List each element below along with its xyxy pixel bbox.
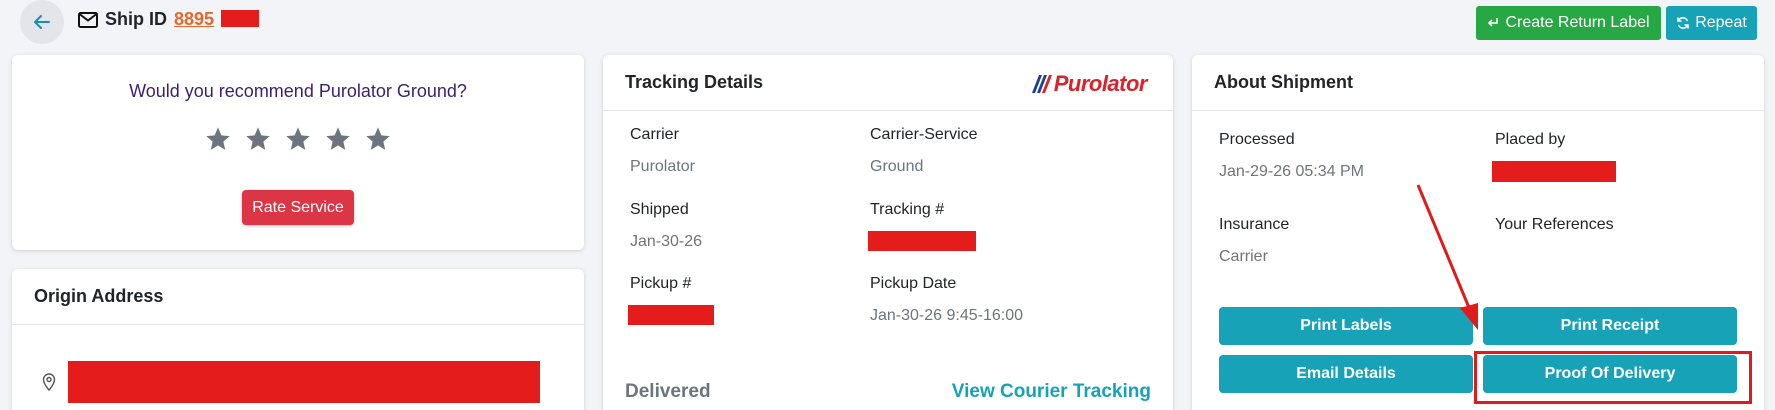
repeat-text: Repeat [1695,14,1747,31]
processed-label: Processed [1219,131,1295,148]
tracking-details-card: Tracking Details Purolator Carrier Purol… [603,55,1173,410]
processed-value: Jan-29-26 05:34 PM [1219,163,1364,180]
rate-service-button[interactable]: Rate Service [242,190,354,225]
redaction [221,10,259,27]
delivery-status: Delivered [625,381,711,402]
origin-address-row [42,361,540,403]
tracking-number-field: Tracking # [868,201,976,256]
carrier-label: Carrier [630,126,679,143]
insurance-value: Carrier [1219,248,1268,265]
carrier-service-value: Ground [870,158,924,175]
pickup-date-field: Pickup Date Jan-30-26 9:45-16:00 [870,275,1023,325]
arrow-left-icon [34,15,50,29]
insurance-label: Insurance [1219,216,1290,233]
pickup-number-label: Pickup # [630,275,692,292]
shipped-value: Jan-30-26 [630,233,703,250]
star-icon[interactable] [284,125,312,153]
ship-id-label: Ship ID [105,9,167,29]
purolator-stripes-icon [1031,75,1052,93]
ship-id-heading: Ship ID 8895 [78,9,259,30]
about-shipment-title: About Shipment [1192,55,1764,111]
return-arrow-icon [1488,18,1499,27]
carrier-value: Purolator [630,158,695,175]
envelope-icon [78,11,98,28]
redaction [628,305,714,325]
shipped-field: Shipped Jan-30-26 [630,201,702,251]
email-details-button[interactable]: Email Details [1219,355,1473,393]
redaction [68,361,540,403]
top-bar: Ship ID 8895 Create Return Label Repeat [0,0,1775,44]
annotation-highlight-box [1474,351,1752,404]
tracking-number-label: Tracking # [870,201,945,218]
create-return-label-button[interactable]: Create Return Label [1476,6,1661,40]
back-button[interactable] [20,0,64,44]
origin-address-card: Origin Address [12,269,584,410]
carrier-service-field: Carrier-Service Ground [870,126,978,176]
star-icon[interactable] [204,125,232,153]
insurance-field: Insurance Carrier [1219,216,1289,266]
carrier-field: Carrier Purolator [630,126,695,176]
star-icon[interactable] [364,125,392,153]
print-receipt-button[interactable]: Print Receipt [1483,307,1737,345]
placed-by-label: Placed by [1495,131,1566,148]
shipped-label: Shipped [630,201,689,218]
your-references-field: Your References [1495,216,1614,234]
origin-address-title: Origin Address [12,269,584,325]
rating-card: Would you recommend Purolator Ground? Ra… [12,55,584,250]
rating-question: Would you recommend Purolator Ground? [129,81,467,101]
view-courier-tracking-link[interactable]: View Courier Tracking [952,381,1151,403]
star-icon[interactable] [244,125,272,153]
ship-id-link[interactable]: 8895 [174,9,259,30]
print-labels-button[interactable]: Print Labels [1219,307,1473,345]
pickup-number-field: Pickup # [628,275,714,330]
refresh-icon [1677,17,1689,29]
star-rating[interactable] [12,125,584,153]
placed-by-field: Placed by [1492,131,1616,187]
redaction [1492,161,1616,182]
pickup-date-label: Pickup Date [870,275,957,292]
processed-field: Processed Jan-29-26 05:34 PM [1219,131,1364,181]
pickup-date-value: Jan-30-26 9:45-16:00 [870,307,1023,324]
redaction [868,231,976,251]
your-references-label: Your References [1495,216,1614,233]
carrier-service-label: Carrier-Service [870,126,978,143]
purolator-logo: Purolator [1031,71,1148,97]
create-return-label-text: Create Return Label [1505,14,1650,31]
map-pin-icon [42,373,56,391]
ship-id-number: 8895 [174,9,215,29]
repeat-button[interactable]: Repeat [1666,6,1757,40]
purolator-logo-text: Purolator [1053,71,1148,96]
star-icon[interactable] [324,125,352,153]
